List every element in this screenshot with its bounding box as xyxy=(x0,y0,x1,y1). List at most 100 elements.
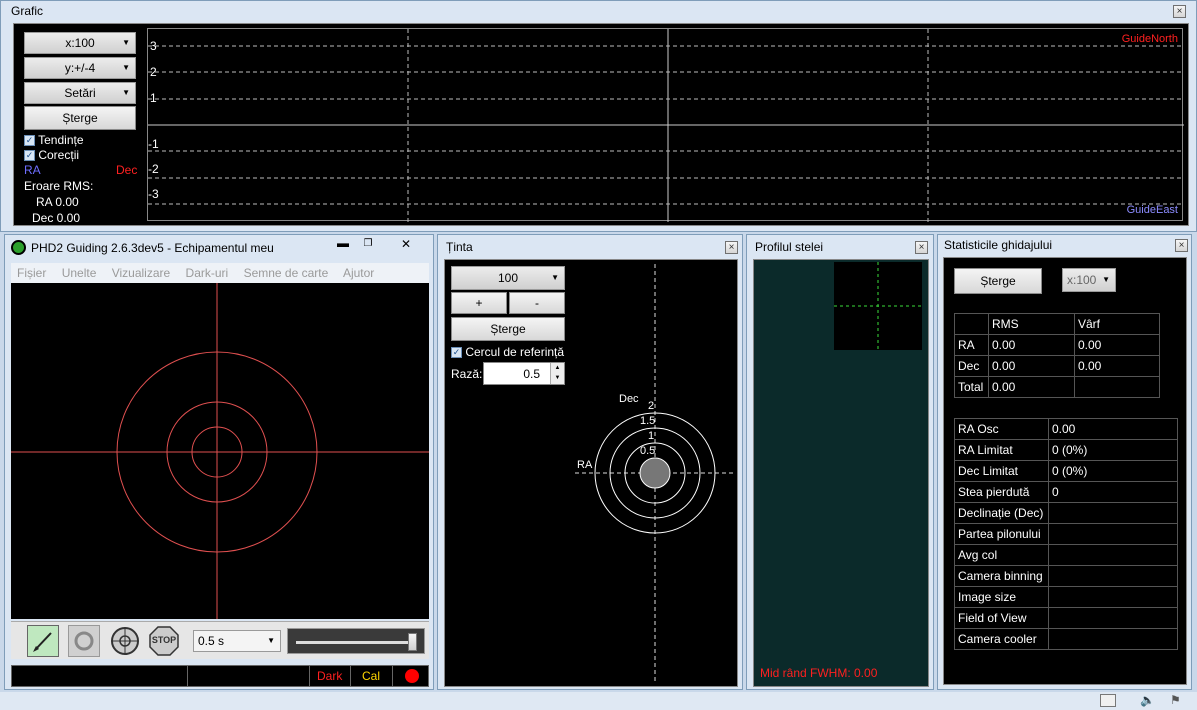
menu-file[interactable]: Fișier xyxy=(17,266,46,280)
status-divider-2 xyxy=(309,666,310,686)
maximize-button[interactable]: ❐ xyxy=(358,238,378,252)
stats-clear-button[interactable]: Șterge xyxy=(954,268,1042,294)
table-cell: RA xyxy=(954,334,989,356)
flag-icon[interactable]: ⚑ xyxy=(1170,693,1181,707)
chevron-down-icon: ▼ xyxy=(267,636,275,645)
target-clear-button[interactable]: Șterge xyxy=(451,317,565,341)
stats-title: Statisticile ghidajului xyxy=(944,238,1053,252)
table-cell: 0 (0%) xyxy=(1048,460,1178,482)
target-zoom-out-button[interactable]: - xyxy=(509,292,565,314)
camera-view[interactable] xyxy=(11,283,429,619)
trends-checkbox[interactable]: ✓ Tendințe xyxy=(24,133,84,147)
status-divider-1 xyxy=(187,666,188,686)
stop-button[interactable]: STOP xyxy=(148,625,180,657)
table-cell: Partea pilonului xyxy=(954,523,1049,545)
app-logo-icon xyxy=(11,240,26,255)
menu-darks[interactable]: Dark-uri xyxy=(186,266,229,280)
table-row: Camera binning xyxy=(954,565,1178,587)
dec-legend[interactable]: Dec xyxy=(116,163,137,177)
rms-ra-value: RA 0.00 xyxy=(36,195,79,209)
star-profile-close-button[interactable]: × xyxy=(915,241,928,254)
network-icon[interactable] xyxy=(1100,694,1116,707)
table-cell: 0.00 xyxy=(988,355,1075,377)
graph-plot-area: 3 2 1 -1 -2 -3 GuideNorth GuideEast xyxy=(147,28,1184,222)
ref-circle-checkbox[interactable]: ✓ Cercul de referință xyxy=(451,345,564,359)
target-axis-dec: Dec xyxy=(619,393,639,405)
status-bar: Dark Cal xyxy=(11,665,429,687)
star-profile-title: Profilul stelei xyxy=(755,240,824,254)
status-divider-4 xyxy=(392,666,393,686)
stats-close-button[interactable]: × xyxy=(1175,239,1188,252)
guide-button[interactable] xyxy=(109,625,141,657)
y-tick-neg1: -1 xyxy=(148,137,159,151)
slider-thumb[interactable] xyxy=(408,633,417,651)
status-dark: Dark xyxy=(317,669,343,683)
loop-button[interactable] xyxy=(27,625,59,657)
star-thumbnail xyxy=(834,262,922,350)
window-close-button[interactable]: ✕ xyxy=(393,237,419,252)
target-zoom-select[interactable]: 100 ▼ xyxy=(451,266,565,290)
crosshair-icon xyxy=(111,627,139,655)
main-title: PHD2 Guiding 2.6.3dev5 - Echipamentul me… xyxy=(31,241,274,255)
target-zoom-value: 100 xyxy=(497,271,519,285)
table-cell xyxy=(1048,523,1178,545)
radius-spinner[interactable]: ▲ ▼ xyxy=(550,363,564,384)
menu-bookmarks[interactable]: Semne de carte xyxy=(244,266,329,280)
graph-close-button[interactable]: × xyxy=(1173,5,1186,18)
table-header-cell: RMS xyxy=(988,313,1075,335)
table-cell: RA Limitat xyxy=(954,439,1049,461)
target-close-button[interactable]: × xyxy=(725,241,738,254)
fwhm-label: Mid rând FWHM: 0.00 xyxy=(760,666,878,680)
main-window: PHD2 Guiding 2.6.3dev5 - Echipamentul me… xyxy=(4,234,434,690)
menu-view[interactable]: Vizualizare xyxy=(112,266,170,280)
guide-east-label: GuideEast xyxy=(1126,204,1178,216)
ra-legend[interactable]: RA xyxy=(24,163,41,177)
graph-x-select[interactable]: x:100 ▼ xyxy=(24,32,136,54)
table-cell: 0 (0%) xyxy=(1048,439,1178,461)
menu-bar: Fișier Unelte Vizualizare Dark-uri Semne… xyxy=(11,263,429,283)
table-cell: Dec Limitat xyxy=(954,460,1049,482)
trends-label: Tendințe xyxy=(38,133,84,147)
target-axis-ra: RA xyxy=(577,459,593,471)
graph-y-select[interactable]: y:+/-4 ▼ xyxy=(24,57,136,79)
chevron-down-icon: ▼ xyxy=(1102,275,1110,284)
table-cell: Declinație (Dec) xyxy=(954,502,1049,524)
volume-icon[interactable]: 🔈 xyxy=(1140,693,1155,707)
table-row: Stea pierdută 0 xyxy=(954,481,1178,503)
status-cal: Cal xyxy=(362,669,381,683)
radius-value: 0.5 xyxy=(523,367,540,381)
loop-icon xyxy=(33,632,52,652)
graph-settings-value: Setări xyxy=(64,86,96,100)
graph-clear-button[interactable]: Șterge xyxy=(24,106,136,130)
table-cell: 0.00 xyxy=(988,376,1075,398)
table-cell: 0 xyxy=(1048,481,1178,503)
minimize-button[interactable]: ▬ xyxy=(333,237,353,252)
table-cell: Total xyxy=(954,376,989,398)
target-zoom-in-button[interactable]: + xyxy=(451,292,507,314)
gamma-slider[interactable] xyxy=(287,628,425,654)
table-header-row: RMS Vârf xyxy=(954,313,1160,335)
menu-tools[interactable]: Unelte xyxy=(62,266,97,280)
exposure-select[interactable]: 0.5 s ▼ xyxy=(193,630,281,652)
graph-panel: x:100 ▼ y:+/-4 ▼ Setări ▼ Șterge ✓ Tendințe… xyxy=(13,23,1189,226)
stats-x-select[interactable]: x:100 ▼ xyxy=(1062,268,1116,292)
corrections-checkbox[interactable]: ✓ Corecții xyxy=(24,148,79,162)
table-row: Dec Limitat 0 (0%) xyxy=(954,460,1178,482)
refresh-button[interactable] xyxy=(68,625,100,657)
chevron-down-icon: ▼ xyxy=(122,88,130,97)
star-profile-window: Profilul stelei × Mid rând FWHM: 0.00 xyxy=(746,234,934,690)
stats-rms-table: RMS Vârf RA 0.00 0.00 Dec 0.00 0.00 Tota… xyxy=(954,313,1160,398)
graph-settings-select[interactable]: Setări ▼ xyxy=(24,82,136,104)
table-header-cell: Vârf xyxy=(1074,313,1160,335)
table-row: RA Limitat 0 (0%) xyxy=(954,439,1178,461)
chevron-down-icon: ▼ xyxy=(122,38,130,47)
radius-input[interactable]: 0.5 ▲ ▼ xyxy=(483,362,565,385)
exposure-value: 0.5 s xyxy=(198,634,225,648)
star-profile-panel: Mid rând FWHM: 0.00 xyxy=(753,259,929,687)
table-row: Total 0.00 xyxy=(954,376,1160,398)
chevron-down-icon: ▼ xyxy=(551,273,559,282)
rms-label: Eroare RMS: xyxy=(24,179,94,193)
menu-help[interactable]: Ajutor xyxy=(343,266,374,280)
table-row: RA 0.00 0.00 xyxy=(954,334,1160,356)
chevron-down-icon: ▼ xyxy=(122,63,130,72)
